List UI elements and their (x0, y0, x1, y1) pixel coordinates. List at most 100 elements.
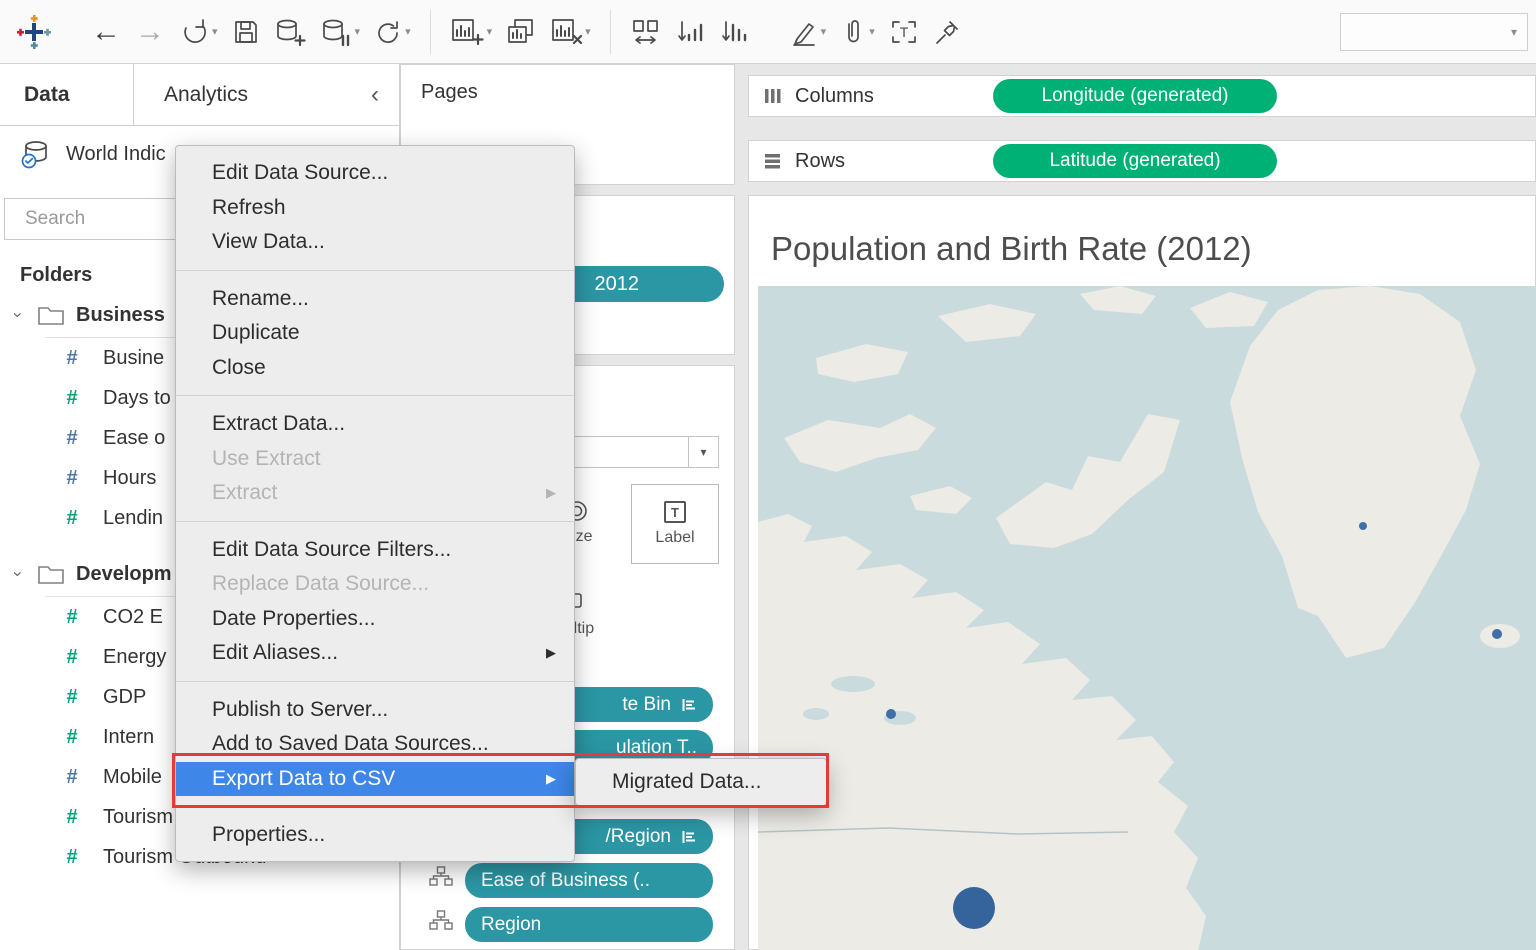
number-field-icon: # (63, 467, 81, 490)
chevron-left-icon: ‹ (371, 81, 379, 109)
submenu-item-migrated-data[interactable]: Migrated Data... (576, 764, 826, 800)
caret-icon: ▾ (405, 25, 411, 38)
rows-shelf[interactable]: Rows Latitude (generated) (748, 140, 1536, 182)
back-arrow-icon: ← (91, 15, 121, 49)
save-button[interactable] (225, 8, 267, 56)
new-data-source-icon (274, 17, 306, 47)
swap-rows-columns-button[interactable] (623, 8, 669, 56)
pages-card-label: Pages (401, 65, 734, 104)
menu-item-export-data-to-csv[interactable]: Export Data to CSV ▶ (176, 762, 574, 797)
menu-item-close[interactable]: Close (176, 351, 574, 386)
tableau-window: ← → ▾ ▾ (0, 0, 1536, 950)
columns-shelf[interactable]: Columns Longitude (generated) (748, 75, 1536, 117)
toolbar-dropdown[interactable]: ▾ (1340, 13, 1528, 51)
columns-pill-longitude[interactable]: Longitude (generated) (993, 79, 1277, 113)
clear-sheet-button[interactable]: ▾ (543, 8, 598, 56)
field-label: GDP (103, 686, 146, 709)
sort-descending-button[interactable] (713, 8, 757, 56)
field-label: Intern (103, 726, 154, 749)
menu-item-duplicate[interactable]: Duplicate (176, 316, 574, 351)
columns-shelf-label: Columns (795, 85, 874, 108)
tab-data[interactable]: Data (0, 64, 134, 125)
menu-item-rename[interactable]: Rename... (176, 282, 574, 317)
replay-button[interactable]: ▾ (172, 8, 225, 56)
map-visualization[interactable] (758, 286, 1536, 950)
new-worksheet-button[interactable]: ▾ (443, 8, 500, 56)
rows-icon (763, 152, 783, 170)
caret-icon: ▾ (212, 25, 218, 38)
pill-label: Region (481, 914, 541, 936)
field-label: Energy (103, 646, 166, 669)
sorted-bars-icon (681, 698, 697, 712)
caret-icon: ▾ (821, 25, 827, 38)
duplicate-sheet-button[interactable] (499, 8, 543, 56)
menu-separator (176, 521, 574, 522)
submenu-arrow-icon: ▶ (546, 485, 556, 501)
folder-name: Business (76, 304, 165, 327)
menu-item-refresh[interactable]: Refresh (176, 191, 574, 226)
menu-item-publish-to-server[interactable]: Publish to Server... (176, 693, 574, 728)
highlight-pen-button[interactable]: ▾ (783, 8, 834, 56)
menu-separator (176, 395, 574, 396)
tab-analytics[interactable]: Analytics (134, 64, 371, 125)
marks-pill-region[interactable]: Region (465, 907, 713, 942)
menu-item-properties[interactable]: Properties... (176, 818, 574, 853)
clear-sheet-icon (550, 17, 582, 47)
fix-pin-button[interactable] (926, 8, 968, 56)
number-field-icon: # (63, 766, 81, 789)
map-point[interactable] (1492, 629, 1502, 639)
submenu-arrow-icon: ▶ (546, 771, 556, 787)
show-mark-labels-button[interactable]: T (882, 8, 926, 56)
menu-item-use-extract: Use Extract (176, 442, 574, 477)
export-csv-submenu: Migrated Data... (575, 758, 827, 806)
menu-item-edit-data-source[interactable]: Edit Data Source... (176, 156, 574, 191)
map-point[interactable] (953, 887, 995, 929)
collapse-pane-button[interactable]: ‹ (371, 64, 399, 125)
number-field-icon: # (63, 507, 81, 530)
new-data-source-button[interactable] (267, 8, 313, 56)
field-label: Mobile (103, 766, 162, 789)
field-label: CO2 E (103, 606, 163, 629)
map-point[interactable] (1359, 522, 1367, 530)
field-label: Lendin (103, 507, 163, 530)
number-field-icon: # (63, 726, 81, 749)
submenu-arrow-icon: ▶ (546, 645, 556, 661)
menu-item-label: Edit Aliases... (212, 641, 338, 665)
toolbar-separator (430, 10, 431, 54)
pause-auto-updates-icon (320, 17, 352, 47)
marks-pill-ease-of-business[interactable]: Ease of Business (.. (465, 863, 713, 898)
map-point[interactable] (886, 709, 896, 719)
pane-tabs: Data Analytics ‹ (0, 64, 399, 126)
field-label: Ease o (103, 427, 165, 450)
menu-item-extract-data[interactable]: Extract Data... (176, 407, 574, 442)
hierarchy-icon (429, 866, 453, 887)
caret-icon: ▾ (355, 25, 361, 38)
sort-descending-icon (720, 17, 750, 47)
pill-label: ulation T.. (616, 737, 697, 759)
worksheet-view: Population and Birth Rate (2012) (748, 195, 1536, 950)
field-label: Hours (103, 467, 156, 490)
caret-icon: ▾ (869, 25, 875, 38)
paperclip-icon (840, 18, 866, 46)
menu-item-view-data[interactable]: View Data... (176, 225, 574, 260)
menu-item-edit-data-source-filters[interactable]: Edit Data Source Filters... (176, 533, 574, 568)
toolbar-separator (610, 10, 611, 54)
folder-icon (38, 564, 64, 584)
datasource-context-menu: Edit Data Source... Refresh View Data...… (175, 145, 575, 862)
back-button[interactable]: ← (84, 8, 128, 56)
tableau-logo-icon[interactable] (10, 8, 58, 56)
sheet-title: Population and Birth Rate (2012) (771, 230, 1252, 268)
forward-button[interactable]: → (128, 8, 172, 56)
menu-item-date-properties[interactable]: Date Properties... (176, 602, 574, 637)
label-button[interactable]: T Label (631, 484, 719, 564)
number-field-icon: # (63, 387, 81, 410)
pause-auto-updates-button[interactable]: ▾ (313, 8, 368, 56)
sort-ascending-button[interactable] (669, 8, 713, 56)
menu-item-add-to-saved-data-sources[interactable]: Add to Saved Data Sources... (176, 727, 574, 762)
rows-pill-latitude[interactable]: Latitude (generated) (993, 144, 1277, 178)
pill-label: Ease of Business (.. (481, 870, 650, 892)
pill-label: /Region (606, 826, 672, 848)
menu-item-edit-aliases[interactable]: Edit Aliases... ▶ (176, 636, 574, 671)
refresh-data-button[interactable]: ▾ (367, 8, 418, 56)
attach-button[interactable]: ▾ (833, 8, 882, 56)
